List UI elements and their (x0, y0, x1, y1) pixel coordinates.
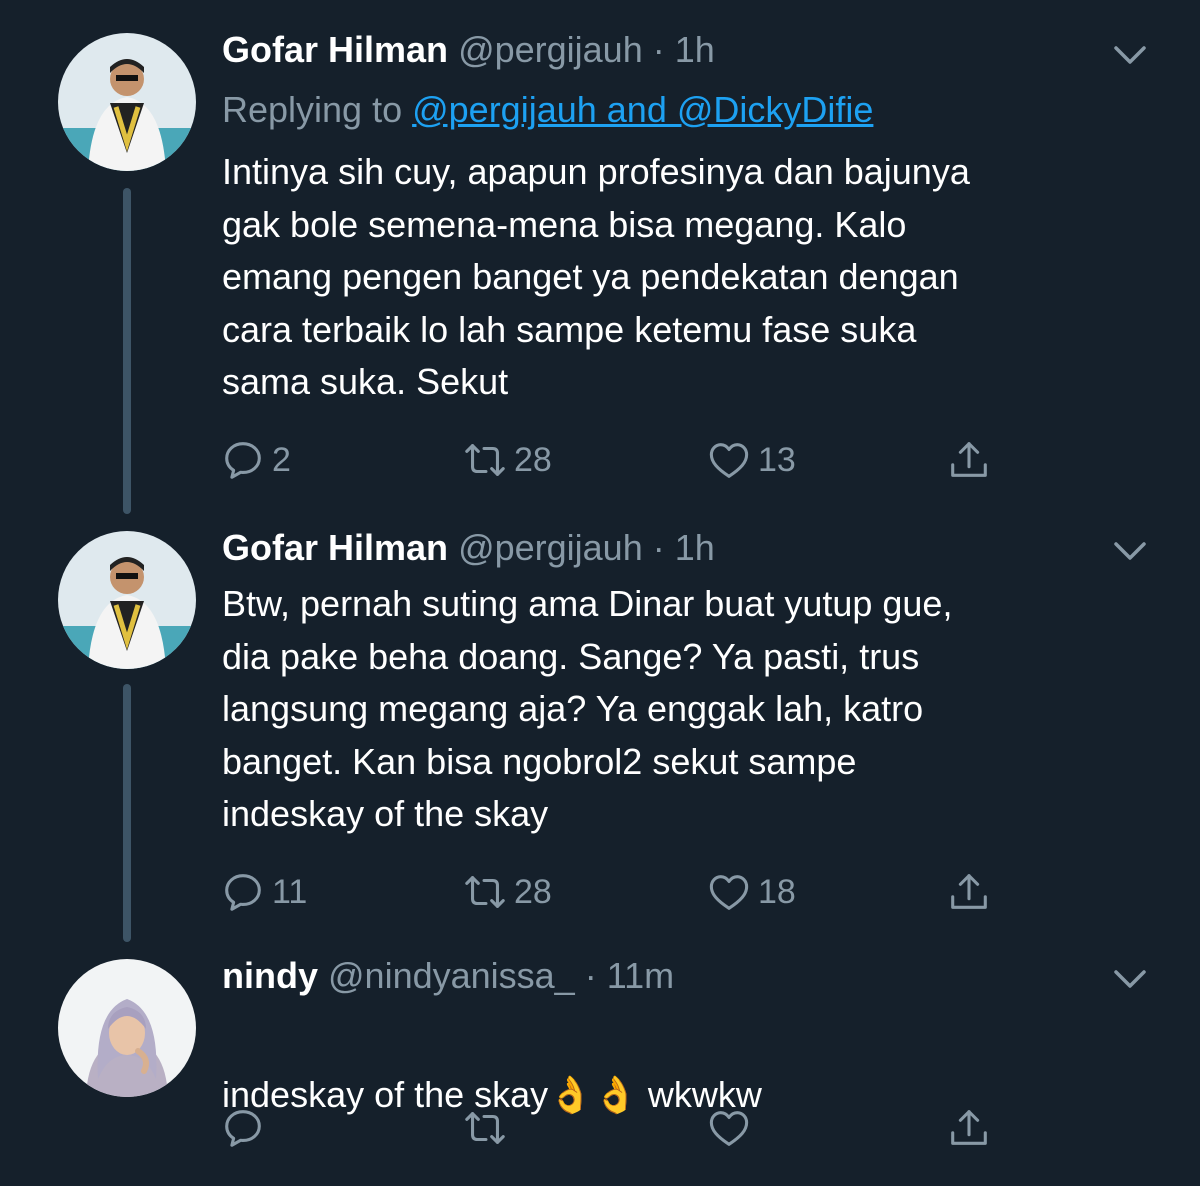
tweet-3[interactable]: nindy @nindyanissa_ · 11m indeskay of th… (0, 952, 1200, 1186)
tweet-header: nindy @nindyanissa_ · 11m (222, 952, 674, 1000)
user-handle[interactable]: @nindyanissa_ (328, 955, 575, 996)
retweet-button[interactable]: 28 (462, 430, 552, 490)
separator-dot: · (652, 29, 665, 70)
separator-dot: · (584, 955, 597, 996)
tweet-header: Gofar Hilman @pergijauh · 1h (222, 524, 715, 572)
retweet-button[interactable]: 28 (462, 862, 552, 922)
display-name[interactable]: Gofar Hilman (222, 29, 448, 70)
timestamp[interactable]: 11m (607, 955, 674, 996)
reply-button[interactable] (220, 1098, 272, 1158)
replying-prefix: Replying to (222, 89, 413, 130)
display-name[interactable]: Gofar Hilman (222, 527, 448, 568)
chevron-down-icon[interactable] (1113, 42, 1147, 68)
replying-to: Replying to @pergijauh and @DickyDifie (222, 86, 873, 134)
share-button[interactable] (946, 1098, 992, 1158)
timestamp[interactable]: 1h (675, 527, 715, 568)
share-icon (951, 874, 987, 909)
tweet-actions: 11 28 18 (0, 862, 1200, 922)
retweet-icon (465, 1112, 505, 1144)
tweet-1[interactable]: Gofar Hilman @pergijauh · 1h Replying to… (0, 26, 1200, 514)
retweet-button[interactable] (462, 1098, 514, 1158)
tweet-text: Intinya sih cuy, apapun profesinya dan b… (222, 151, 970, 402)
reply-icon (225, 1110, 261, 1147)
user-handle[interactable]: @pergijauh (458, 29, 643, 70)
retweet-count: 28 (514, 440, 552, 479)
share-icon (951, 1110, 987, 1145)
like-count: 18 (758, 872, 796, 911)
like-button[interactable]: 13 (706, 430, 796, 490)
share-icon (951, 442, 987, 477)
chevron-down-icon[interactable] (1113, 966, 1147, 992)
user-handle[interactable]: @pergijauh (458, 527, 643, 568)
reply-button[interactable]: 2 (220, 430, 291, 490)
like-icon (709, 1111, 749, 1146)
avatar[interactable] (58, 531, 196, 669)
display-name[interactable]: nindy (222, 955, 318, 996)
separator-dot: · (652, 527, 665, 568)
like-count: 13 (758, 440, 796, 479)
like-icon (709, 875, 749, 910)
tweet-actions: 2 28 13 (0, 430, 1200, 490)
reply-count: 11 (272, 872, 308, 911)
reply-count: 2 (272, 440, 291, 479)
retweet-icon (465, 444, 505, 476)
reply-icon (225, 442, 261, 479)
tweet-actions (0, 1098, 1200, 1158)
tweet-text: Btw, pernah suting ama Dinar buat yutup … (222, 583, 953, 834)
timestamp[interactable]: 1h (675, 29, 715, 70)
like-icon (709, 443, 749, 478)
like-button[interactable] (706, 1098, 758, 1158)
share-button[interactable] (946, 862, 992, 922)
tweet-header: Gofar Hilman @pergijauh · 1h (222, 26, 715, 74)
retweet-icon (465, 876, 505, 908)
reply-button[interactable]: 11 (220, 862, 307, 922)
share-button[interactable] (946, 430, 992, 490)
reply-icon (225, 874, 261, 911)
avatar[interactable] (58, 33, 196, 171)
retweet-count: 28 (514, 872, 552, 911)
chevron-down-icon[interactable] (1113, 538, 1147, 564)
like-button[interactable]: 18 (706, 862, 796, 922)
tweet-2[interactable]: Gofar Hilman @pergijauh · 1h Btw, pernah… (0, 524, 1200, 944)
avatar[interactable] (58, 959, 196, 1097)
replying-to-mentions[interactable]: @pergijauh and @DickyDifie (412, 89, 873, 130)
